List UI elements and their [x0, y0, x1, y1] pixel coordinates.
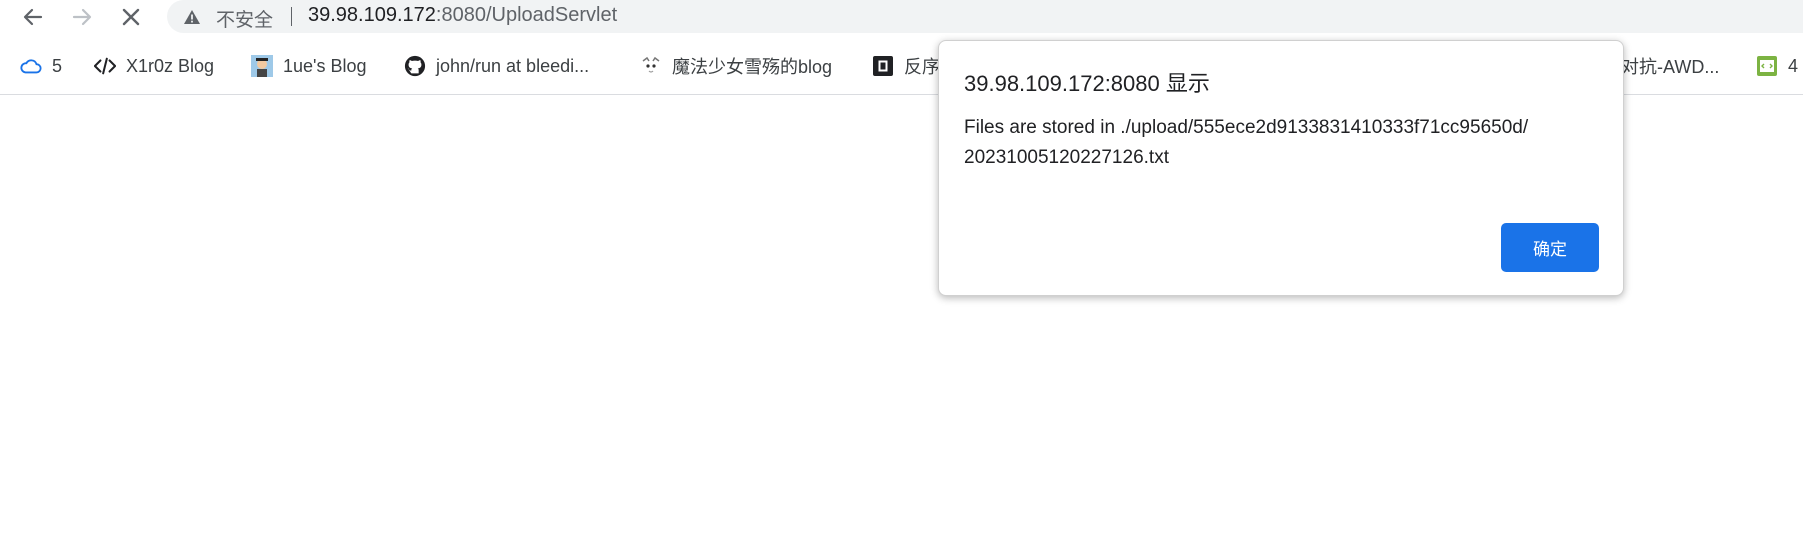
url-text[interactable]: 39.98.109.172:8080/UploadServlet [308, 4, 617, 27]
cloud-icon [20, 55, 42, 77]
bookmark-label: 魔法少女雪殇的blog [672, 57, 833, 77]
square-icon [872, 55, 894, 77]
anime-avatar-icon [640, 55, 662, 77]
bookmark-item[interactable]: 4 [1756, 48, 1798, 84]
github-icon [404, 55, 426, 77]
ok-button[interactable]: 确定 [1501, 223, 1599, 272]
url-path: :8080/UploadServlet [435, 4, 618, 26]
dialog-title: 39.98.109.172:8080 显示 [964, 71, 1210, 96]
url-host: 39.98.109.172 [308, 4, 436, 26]
code-page-icon [1756, 55, 1778, 77]
bookmark-label: 4 [1788, 55, 1799, 76]
omnibox-separator [291, 7, 292, 26]
security-label[interactable]: 不安全 [216, 5, 273, 32]
bookmark-label: 5 [52, 55, 63, 76]
address-bar[interactable]: 不安全 39.98.109.172:8080/UploadServlet [167, 0, 1803, 33]
arrow-left-icon [23, 8, 43, 25]
avatar-icon [251, 55, 273, 77]
browser-toolbar: 不安全 39.98.109.172:8080/UploadServlet [0, 0, 1803, 35]
dialog-message: Files are stored in ./upload/555ece2d913… [964, 113, 1604, 173]
bookmark-item[interactable]: 反序 [872, 48, 940, 84]
dialog-message-line: 20231005120227126.txt [964, 147, 1169, 168]
forward-button[interactable] [64, 0, 100, 33]
close-icon [122, 8, 140, 25]
warning-icon[interactable] [183, 9, 201, 25]
back-button[interactable] [15, 0, 51, 33]
alert-dialog: 39.98.109.172:8080 显示 Files are stored i… [938, 40, 1624, 296]
dialog-message-line: Files are stored in ./upload/555ece2d913… [964, 117, 1529, 138]
bookmark-label: X1r0z Blog [126, 55, 215, 76]
bookmark-label: 1ue's Blog [283, 55, 367, 76]
bookmark-label: john/run at bleedi... [436, 55, 590, 76]
bookmark-item[interactable]: X1r0z Blog [94, 48, 214, 84]
bookmark-label: 反序 [904, 57, 940, 77]
code-icon [94, 55, 116, 77]
bookmark-item[interactable]: john/run at bleedi... [404, 48, 589, 84]
arrow-right-icon [72, 8, 92, 25]
stop-loading-button[interactable] [113, 0, 149, 33]
bookmark-label: 对抗-AWD... [1621, 57, 1720, 77]
bookmark-item[interactable]: 1ue's Blog [251, 48, 367, 84]
bookmark-item[interactable]: 魔法少女雪殇的blog [640, 48, 832, 84]
bookmark-item[interactable]: 5 [20, 48, 62, 84]
bookmark-item[interactable]: 对抗-AWD... [1621, 48, 1719, 84]
